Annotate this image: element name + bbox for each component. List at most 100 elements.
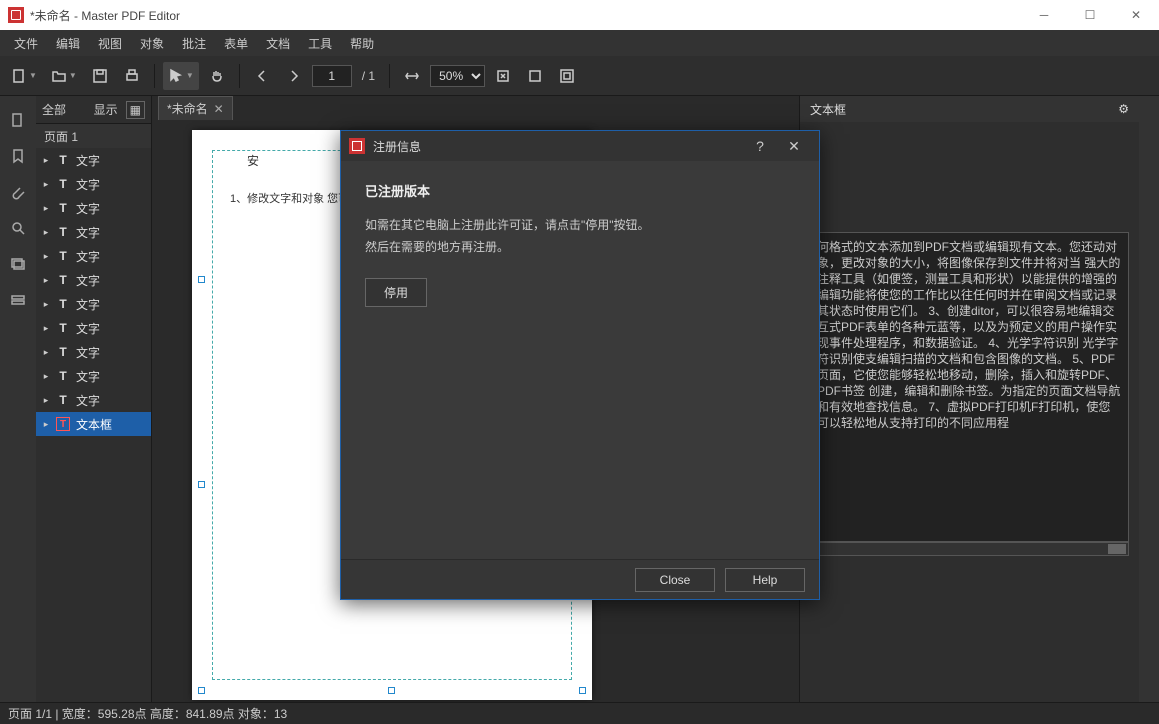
new-doc-button[interactable]: ▼ — [6, 62, 42, 90]
tree-arrow-icon: ▸ — [42, 227, 50, 238]
close-button[interactable]: ✕ — [1113, 0, 1159, 30]
panel-header: 全部 显示 ▦ — [36, 96, 151, 124]
toolbar: ▼ ▼ ▼ / 1 50% — [0, 56, 1159, 96]
document-tab[interactable]: *未命名 ✕ — [158, 96, 233, 120]
tree-item-label: 文字 — [76, 152, 100, 169]
tree-item-8[interactable]: ▸ T 文字 — [36, 340, 151, 364]
text-type-icon: T — [56, 417, 70, 431]
tree-item-label: 文字 — [76, 200, 100, 217]
tree-item-7[interactable]: ▸T文字 — [36, 316, 151, 340]
properties-scrollbar[interactable] — [810, 542, 1129, 556]
open-button[interactable]: ▼ — [46, 62, 82, 90]
minimize-button[interactable]: ─ — [1021, 0, 1067, 30]
dialog-close-icon[interactable]: ✕ — [777, 131, 811, 161]
dialog-help-icon[interactable]: ? — [743, 131, 777, 161]
zoom-select[interactable]: 50% — [430, 65, 485, 87]
zoom-actual-button[interactable] — [489, 62, 517, 90]
tree-item-0[interactable]: ▸ T 文字 — [36, 148, 151, 172]
next-page-button[interactable] — [280, 62, 308, 90]
page-total-label: / 1 — [356, 69, 381, 83]
deactivate-button[interactable]: 停用 — [365, 278, 427, 307]
tree-item-label: 文字 — [76, 344, 100, 361]
filter-all-label[interactable]: 全部 — [42, 101, 66, 118]
rail-pages-icon[interactable] — [0, 102, 36, 138]
text-type-icon: T — [56, 225, 70, 239]
properties-panel: 文本框 ⚙ 何格式的文本添加到PDF文档或编辑现有文本。您还动对象，更改对象的大… — [799, 96, 1139, 702]
menu-object[interactable]: 对象 — [132, 32, 172, 55]
save-button[interactable] — [86, 62, 114, 90]
rail-attachments-icon[interactable] — [0, 174, 36, 210]
panel-menu-icon[interactable]: ▦ — [126, 101, 145, 119]
document-tab-close-icon[interactable]: ✕ — [214, 102, 224, 116]
fit-width-button[interactable] — [398, 62, 426, 90]
tree-item-11[interactable]: ▸T文本框 — [36, 412, 151, 436]
window-title: *未命名 - Master PDF Editor — [30, 7, 1021, 24]
text-type-icon: T — [56, 345, 70, 359]
properties-settings-icon[interactable]: ⚙ — [1118, 102, 1129, 116]
tree-item-5[interactable]: ▸ T 文字 — [36, 268, 151, 292]
dialog-app-icon — [349, 138, 365, 154]
text-type-icon: T — [56, 177, 70, 191]
tree-item-label: 文字 — [76, 272, 100, 289]
dialog-titlebar[interactable]: 注册信息 ? ✕ — [341, 131, 819, 161]
maximize-button[interactable]: ☐ — [1067, 0, 1113, 30]
dialog-help-button[interactable]: Help — [725, 568, 805, 592]
tree-item-10[interactable]: ▸T文字 — [36, 388, 151, 412]
tree-item-label: 文字 — [76, 176, 100, 193]
text-type-icon: T — [56, 153, 70, 167]
menu-help[interactable]: 帮助 — [342, 32, 382, 55]
menu-tools[interactable]: 工具 — [300, 32, 340, 55]
fit-page-button[interactable] — [521, 62, 549, 90]
dialog-close-button[interactable]: Close — [635, 568, 715, 592]
showhide-label[interactable]: 显示 — [94, 101, 118, 118]
tree-arrow-icon: ▸ — [42, 347, 50, 358]
text-type-icon: T — [56, 369, 70, 383]
tree-item-9[interactable]: ▸T文字 — [36, 364, 151, 388]
tree-item-1[interactable]: ▸ T 文字 — [36, 172, 151, 196]
menu-form[interactable]: 表单 — [216, 32, 256, 55]
print-button[interactable] — [118, 62, 146, 90]
menu-edit[interactable]: 编辑 — [48, 32, 88, 55]
rail-form-icon[interactable] — [0, 282, 36, 318]
tree-item-4[interactable]: ▸T文字 — [36, 244, 151, 268]
properties-header: 文本框 ⚙ — [800, 96, 1139, 122]
tree-item-label: 文字 — [76, 224, 100, 241]
tree-arrow-icon: ▸ — [42, 299, 50, 310]
menu-document[interactable]: 文档 — [258, 32, 298, 55]
dialog-body: 已注册版本 如需在其它电脑上注册此许可证，请点击"停用"按钮。 然后在需要的地方… — [341, 161, 819, 559]
rail-search-icon[interactable] — [0, 210, 36, 246]
menubar: 文件 编辑 视图 对象 批注 表单 文档 工具 帮助 — [0, 30, 1159, 56]
page-group-label[interactable]: 页面 1 — [36, 124, 151, 148]
hand-tool[interactable] — [203, 62, 231, 90]
page-number-input[interactable] — [312, 65, 352, 87]
titlebar: *未命名 - Master PDF Editor ─ ☐ ✕ — [0, 0, 1159, 30]
tree-item-6[interactable]: ▸T文字 — [36, 292, 151, 316]
dialog-heading: 已注册版本 — [365, 181, 795, 200]
rail-layers-icon[interactable] — [0, 246, 36, 282]
tree-arrow-icon: ▸ — [42, 155, 50, 166]
menu-comment[interactable]: 批注 — [174, 32, 214, 55]
tree-item-2[interactable]: ▸T文字 — [36, 196, 151, 220]
prev-page-button[interactable] — [248, 62, 276, 90]
pointer-tool[interactable]: ▼ — [163, 62, 199, 90]
objects-tree: ▸T文字▸T文字▸T文字▸T文字▸T文字▸T文字▸T文字▸T文字▸T文字▸T文字… — [36, 148, 151, 702]
page-text-1: 安 — [247, 152, 259, 169]
registration-dialog: 注册信息 ? ✕ 已注册版本 如需在其它电脑上注册此许可证，请点击"停用"按钮。… — [340, 130, 820, 600]
text-type-icon: T — [56, 393, 70, 407]
text-type-icon: T — [56, 297, 70, 311]
tree-item-label: 文本框 — [76, 416, 112, 433]
rail-bookmarks-icon[interactable] — [0, 138, 36, 174]
tree-item-3[interactable]: ▸ T 文字 — [36, 220, 151, 244]
text-type-icon: T — [56, 273, 70, 287]
objects-panel: 全部 显示 ▦ 页面 1 ▸T文字▸T文字▸T文字▸T文字▸T文字▸T文字▸T文… — [36, 96, 152, 702]
properties-text-content[interactable]: 何格式的文本添加到PDF文档或编辑现有文本。您还动对象，更改对象的大小，将图像保… — [810, 232, 1129, 542]
tree-arrow-icon: ▸ — [42, 179, 50, 190]
tree-item-label: 文字 — [76, 392, 100, 409]
fullscreen-button[interactable] — [553, 62, 581, 90]
menu-file[interactable]: 文件 — [6, 32, 46, 55]
tree-arrow-icon: ▸ — [42, 275, 50, 286]
text-type-icon: T — [56, 201, 70, 215]
statusbar: 页面 1/1 | 宽度：595.28点 高度：841.89点 对象：13 — [0, 702, 1159, 724]
menu-view[interactable]: 视图 — [90, 32, 130, 55]
dialog-footer: Close Help — [341, 559, 819, 599]
